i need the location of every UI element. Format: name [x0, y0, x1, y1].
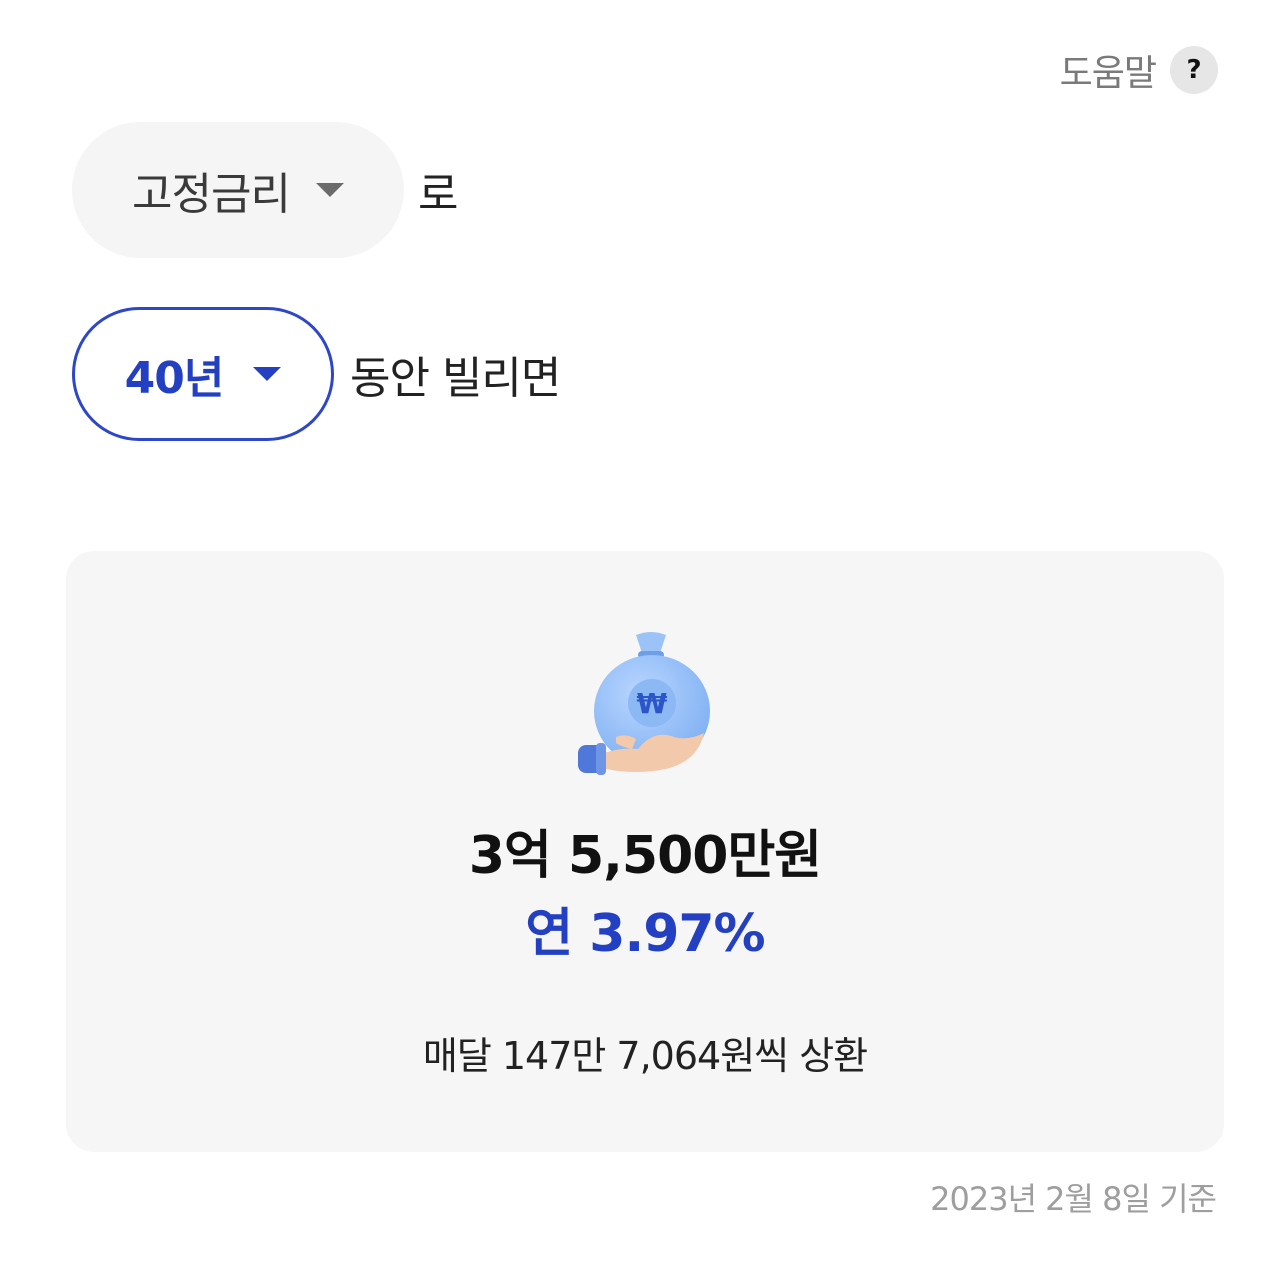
rate-type-row: 고정금리 로 — [72, 122, 458, 258]
help-label: 도움말 — [1059, 53, 1157, 94]
loan-term-row: 40년 동안 빌리면 — [72, 307, 561, 441]
rate-type-suffix: 로 — [418, 169, 458, 220]
chevron-down-icon — [315, 183, 344, 197]
loan-result-card: ₩ 3억 5,500만원 연 3.97% 매달 147만 7,064원씩 상환 — [66, 551, 1224, 1152]
won-symbol: ₩ — [637, 687, 668, 720]
loan-term-dropdown[interactable]: 40년 — [72, 307, 334, 441]
rate-type-value: 고정금리 — [132, 169, 291, 220]
question-mark-icon[interactable]: ? — [1170, 46, 1218, 94]
loan-term-value: 40년 — [124, 353, 225, 404]
interest-rate: 연 3.97% — [525, 904, 765, 964]
help-link[interactable]: 도움말 ? — [1060, 44, 1218, 96]
loan-term-suffix: 동안 빌리면 — [350, 353, 561, 404]
monthly-repayment: 매달 147만 7,064원씩 상환 — [422, 1034, 868, 1078]
basis-date: 2023년 2월 8일 기준 — [930, 1180, 1217, 1218]
loan-amount: 3억 5,500만원 — [468, 826, 822, 886]
money-bag-hand-icon: ₩ — [578, 632, 710, 775]
chevron-down-icon — [253, 367, 282, 381]
rate-type-dropdown[interactable]: 고정금리 — [72, 122, 404, 258]
